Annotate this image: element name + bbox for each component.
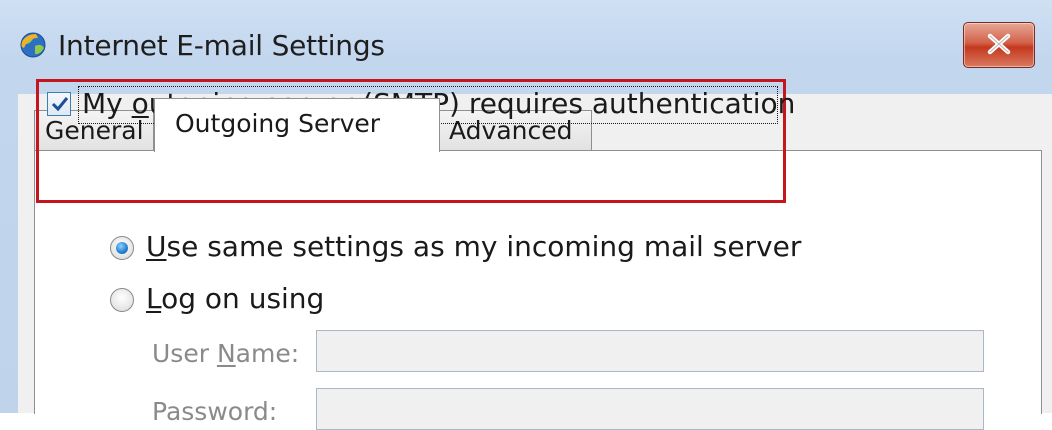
same-settings-radio[interactable] <box>110 236 134 260</box>
window-title: Internet E-mail Settings <box>58 29 385 62</box>
user-name-label-suffix: ame: <box>235 339 300 368</box>
log-on-using-label[interactable]: Log on using <box>146 281 324 317</box>
close-icon <box>987 33 1011 55</box>
radio-selected-dot <box>116 242 128 254</box>
smtp-auth-checkbox[interactable] <box>47 92 71 116</box>
tab-outgoing-server[interactable]: Outgoing Server <box>154 98 440 152</box>
log-on-mnemonic: L <box>146 282 162 315</box>
password-field[interactable] <box>316 388 984 430</box>
user-name-label: User Name: <box>152 338 299 370</box>
same-settings-label-suffix: se same settings as my incoming mail ser… <box>166 230 802 263</box>
user-name-mnemonic: N <box>216 339 236 368</box>
checkmark-icon <box>51 97 69 112</box>
user-name-label-prefix: User <box>152 339 217 368</box>
same-settings-mnemonic: U <box>146 230 167 263</box>
log-on-using-radio[interactable] <box>110 288 134 312</box>
user-name-field[interactable] <box>316 330 984 372</box>
log-on-label-suffix: og on using <box>161 282 325 315</box>
outlook-globe-icon <box>20 32 46 58</box>
same-settings-label[interactable]: Use same settings as my incoming mail se… <box>146 229 801 265</box>
smtp-auth-mnemonic: o <box>131 87 149 120</box>
password-label: Password: <box>152 397 278 426</box>
close-button[interactable] <box>963 22 1035 68</box>
smtp-auth-label-prefix: My <box>82 87 132 120</box>
